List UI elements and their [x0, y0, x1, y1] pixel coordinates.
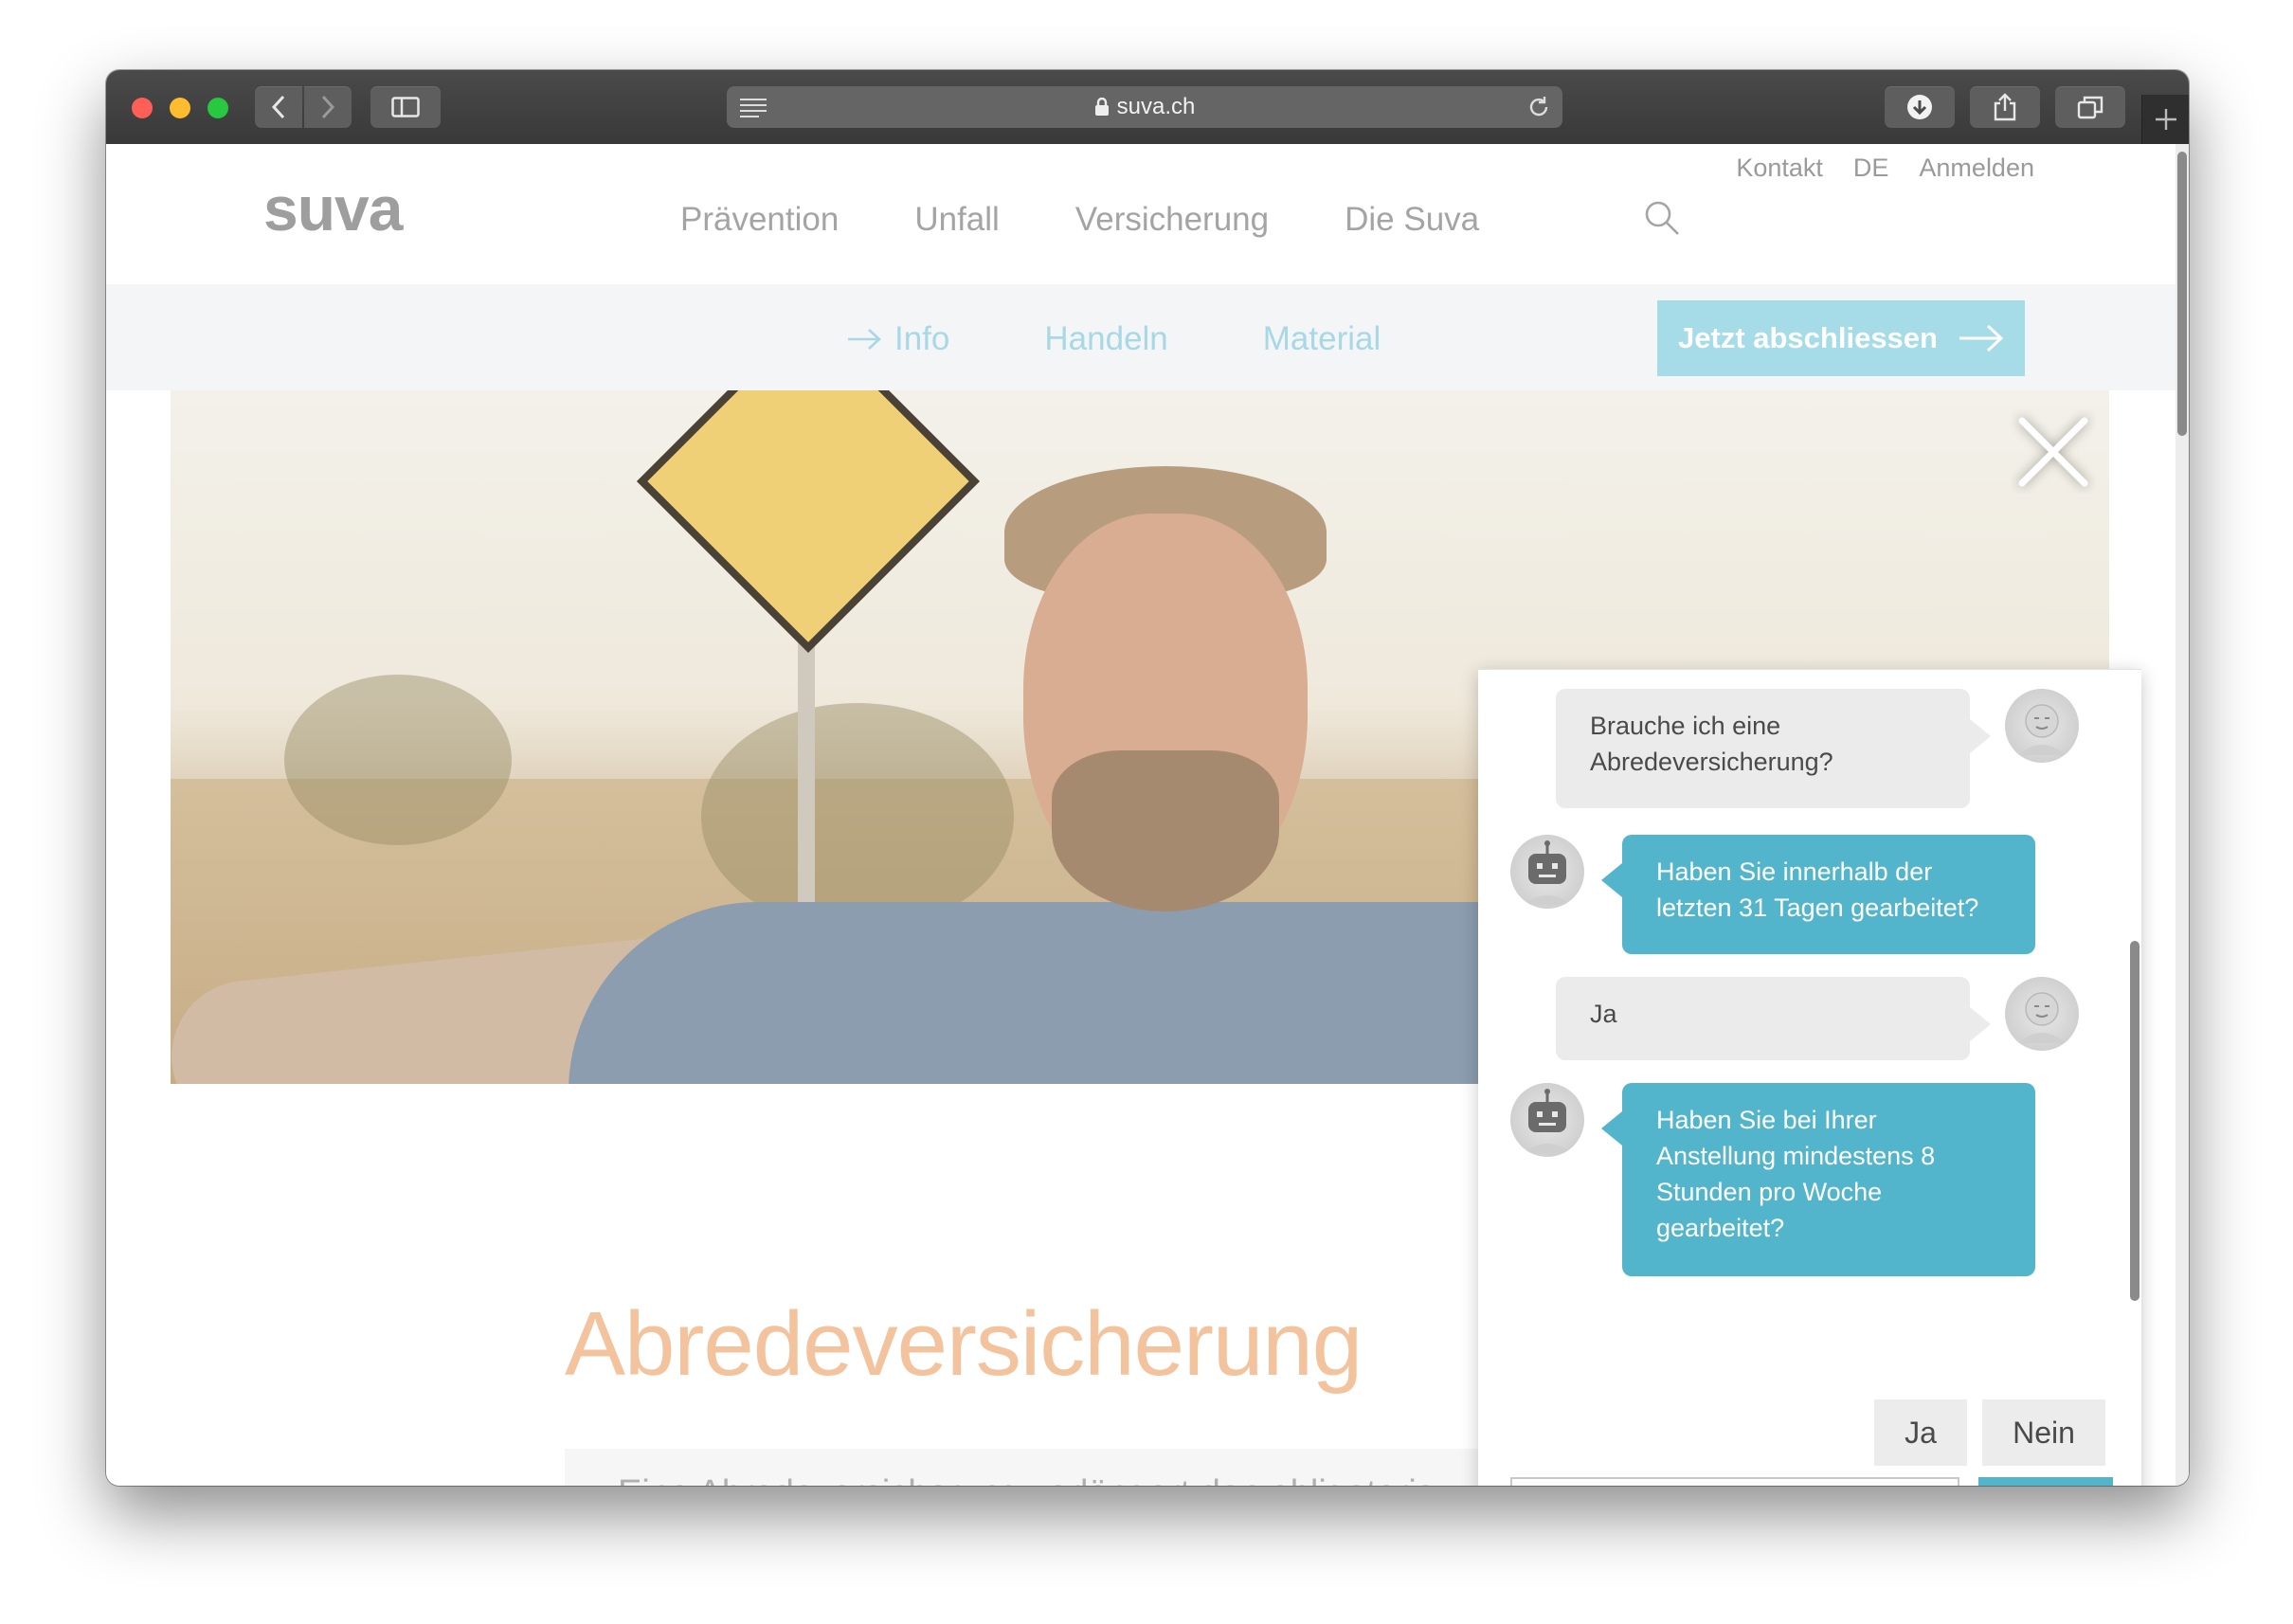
- cta-label: Jetzt abschliessen: [1678, 321, 1938, 354]
- suva-logo[interactable]: suva: [263, 172, 403, 244]
- quick-reply-ja[interactable]: Ja: [1874, 1399, 1967, 1466]
- new-tab-button[interactable]: [2141, 95, 2189, 144]
- arrow-right-icon: [848, 329, 881, 350]
- chat-message-bot: Haben Sie innerhalb der letzten 31 Tagen…: [1601, 835, 2035, 954]
- search-icon[interactable]: [1643, 199, 1681, 237]
- top-link-language[interactable]: DE: [1853, 153, 1889, 183]
- subnav-material[interactable]: Material: [1263, 320, 1381, 358]
- minimize-window-button[interactable]: [170, 98, 190, 118]
- arrow-right-icon: [1959, 324, 2004, 352]
- chat-message-text: Ja: [1590, 1000, 1617, 1028]
- url-text: suva.ch: [1116, 94, 1196, 119]
- nav-versicherung[interactable]: Versicherung: [1075, 201, 1269, 239]
- sidebar-button[interactable]: [370, 86, 441, 128]
- zoom-window-button[interactable]: [208, 98, 228, 118]
- share-icon: [1994, 93, 2016, 121]
- chevron-right-icon: [321, 95, 335, 119]
- user-avatar: [2005, 977, 2079, 1051]
- top-links: Kontakt DE Anmelden: [1736, 153, 2034, 183]
- bullet-text: Eine Abredeversicherung verlängert den o…: [618, 1473, 1435, 1486]
- message-input[interactable]: [1510, 1477, 1959, 1486]
- kangaroo-sign: [636, 390, 981, 654]
- plus-icon: [2156, 109, 2176, 130]
- robot-icon: [1524, 840, 1571, 905]
- top-link-kontakt[interactable]: Kontakt: [1736, 153, 1823, 183]
- subnav-info-label: Info: [894, 320, 950, 357]
- browser-toolbar: suva.ch: [106, 70, 2189, 145]
- subnav-info[interactable]: Info: [847, 320, 949, 358]
- nav-praevention[interactable]: Prävention: [680, 201, 839, 239]
- chatbot-panel: Brauche ich eine Abredeversicherung? Hab…: [1478, 669, 2141, 1486]
- nav-unfall[interactable]: Unfall: [914, 201, 999, 239]
- page-title: Abredeversicherung: [565, 1293, 1363, 1395]
- sub-nav: Info Handeln Material Jetzt abschliessen: [106, 284, 2189, 390]
- chat-message-user: Ja: [1556, 977, 1991, 1060]
- tabs-overview-button[interactable]: [2055, 86, 2125, 128]
- subnav-handeln[interactable]: Handeln: [1044, 320, 1167, 358]
- page-scrollbar[interactable]: [2176, 144, 2189, 1486]
- back-button[interactable]: [255, 86, 302, 128]
- nav-die-suva[interactable]: Die Suva: [1345, 201, 1479, 239]
- download-icon: [1907, 95, 1932, 119]
- downloads-button[interactable]: [1885, 86, 1955, 128]
- user-face-icon: [2018, 992, 2066, 1043]
- chat-message-user: Brauche ich eine Abredeversicherung?: [1556, 689, 1991, 808]
- close-icon[interactable]: [2011, 409, 2096, 495]
- close-window-button[interactable]: [132, 98, 153, 118]
- sidebar-icon: [391, 97, 420, 117]
- robot-icon: [1524, 1089, 1571, 1153]
- reload-icon[interactable]: [1526, 95, 1551, 119]
- jetzt-abschliessen-button[interactable]: Jetzt abschliessen: [1657, 300, 2025, 376]
- chat-scrollbar[interactable]: [2128, 941, 2141, 1301]
- bot-avatar: [1510, 1083, 1584, 1157]
- web-page: Kontakt DE Anmelden suva Prävention Unfa…: [106, 144, 2189, 1486]
- user-face-icon: [2018, 704, 2066, 755]
- chat-message-text: Haben Sie bei Ihrer Anstellung mindesten…: [1656, 1106, 1936, 1242]
- quick-reply-nein[interactable]: Nein: [1982, 1399, 2105, 1466]
- lock-icon: [1094, 98, 1109, 116]
- chat-message-text: Brauche ich eine Abredeversicherung?: [1590, 712, 1833, 776]
- main-nav: Prävention Unfall Versicherung Die Suva: [680, 201, 1679, 239]
- user-avatar: [2005, 689, 2079, 763]
- browser-window: suva.ch Kontakt DE Anmelden suva Prävent…: [106, 70, 2189, 1486]
- send-button[interactable]: [1978, 1477, 2113, 1486]
- top-link-anmelden[interactable]: Anmelden: [1919, 153, 2034, 183]
- tabs-icon: [2077, 96, 2103, 119]
- reader-icon[interactable]: [740, 96, 767, 118]
- address-bar[interactable]: suva.ch: [727, 86, 1562, 128]
- bot-avatar: [1510, 835, 1584, 909]
- chat-message-text: Haben Sie innerhalb der letzten 31 Tagen…: [1656, 857, 1979, 922]
- chat-message-bot: Haben Sie bei Ihrer Anstellung mindesten…: [1601, 1083, 2035, 1276]
- forward-button[interactable]: [304, 86, 352, 128]
- chevron-left-icon: [271, 95, 285, 119]
- share-button[interactable]: [1970, 86, 2040, 128]
